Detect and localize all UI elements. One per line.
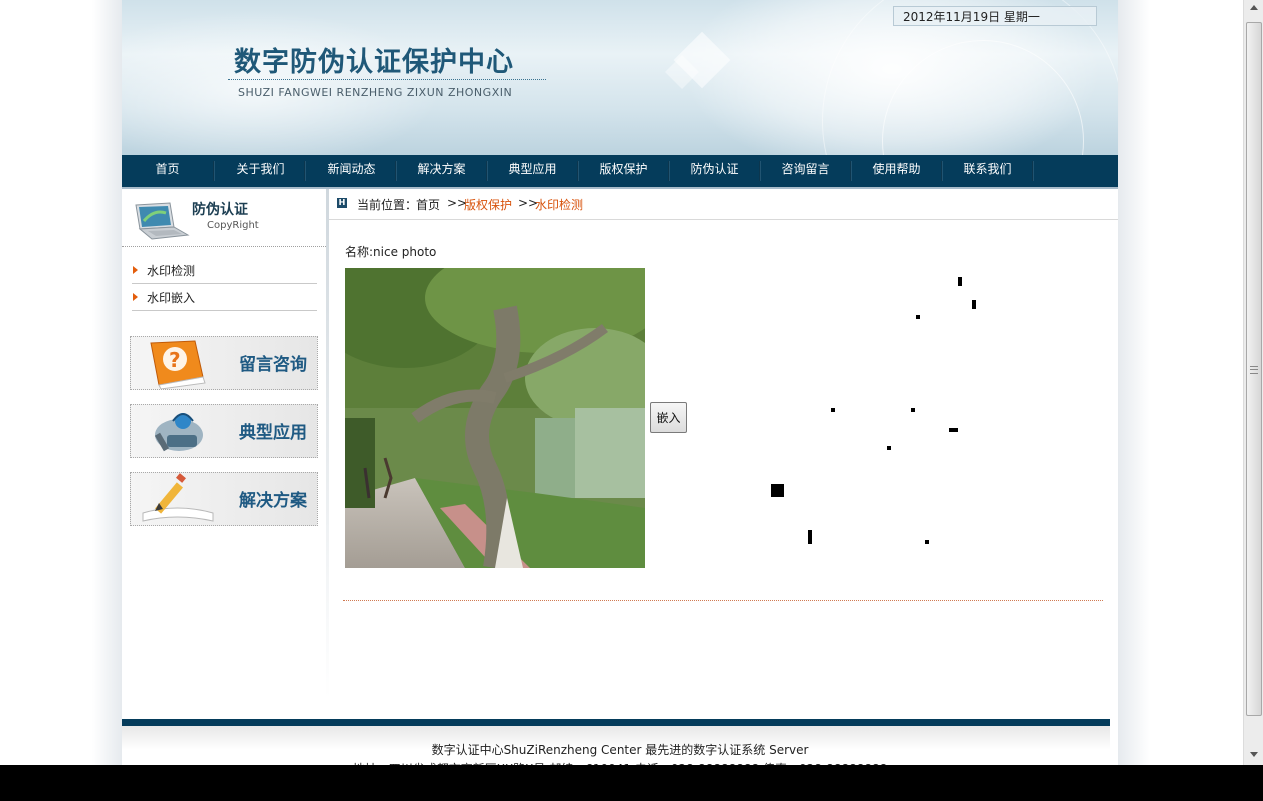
breadcrumb: H 当前位置： 首页 >> 版权保护 >> 水印检测: [329, 189, 1118, 220]
footer-bar: [122, 719, 1110, 726]
watermark-mark: [808, 530, 812, 544]
sidebar-item-watermark-embed[interactable]: 水印嵌入: [132, 284, 317, 311]
page-scrollbar[interactable]: [1243, 0, 1263, 765]
nav-item-anticounterfeit[interactable]: 防伪认证: [669, 155, 760, 187]
sidebar-header-divider: [122, 246, 328, 247]
nav-item-news[interactable]: 新闻动态: [306, 155, 397, 187]
watermark-mark: [771, 484, 784, 497]
banner-message-consult[interactable]: ? 留言咨询: [130, 336, 318, 390]
sidebar-subtitle: CopyRight: [207, 220, 259, 231]
breadcrumb-home[interactable]: 首页: [416, 196, 440, 213]
sidebar-title: 防伪认证: [192, 202, 248, 218]
embed-button[interactable]: 嵌入: [650, 402, 687, 433]
laptop-icon: [135, 202, 190, 240]
banner-solutions[interactable]: 解决方案: [130, 472, 318, 526]
scrollbar-thumb[interactable]: [1246, 22, 1262, 716]
sidebar: 防伪认证 CopyRight 水印检测 水印嵌入 ? 留言咨询 典型应用 解决方…: [122, 189, 328, 719]
banner-label: 留言咨询: [239, 355, 307, 375]
watermark-mark: [958, 277, 962, 286]
sidebar-header: 防伪认证 CopyRight: [122, 189, 328, 247]
sidebar-item-watermark-detect[interactable]: 水印检测: [132, 257, 317, 284]
title-underline: [228, 79, 546, 80]
header-cloud: [122, 10, 442, 155]
support-headset-icon: [154, 413, 203, 452]
banner-label: 典型应用: [239, 423, 307, 443]
os-taskbar: [0, 765, 1263, 801]
page-shadow-left: [92, 0, 122, 765]
nav-item-solutions[interactable]: 解决方案: [396, 155, 487, 187]
watermark-mark: [887, 446, 891, 450]
nav-item-copyright[interactable]: 版权保护: [578, 155, 669, 187]
watermark-mark: [831, 408, 835, 412]
breadcrumb-watermark-detect[interactable]: 水印检测: [535, 196, 583, 213]
watermark-mark: [916, 315, 920, 319]
banner-typical-apps[interactable]: 典型应用: [130, 404, 318, 458]
banner-label: 解决方案: [239, 491, 307, 511]
nav-item-contact[interactable]: 联系我们: [942, 155, 1033, 187]
question-book-icon: ?: [150, 340, 206, 389]
site-title: 数字防伪认证保护中心: [234, 47, 514, 78]
nav-separator: [1032, 161, 1034, 181]
nav-item-about[interactable]: 关于我们: [215, 155, 306, 187]
pencil-book-icon: [142, 473, 214, 522]
watermark-mark: [972, 300, 976, 309]
nav-item-home[interactable]: 首页: [122, 155, 213, 187]
watermark-mark: [911, 408, 915, 412]
sidebar-item-label: 水印检测: [147, 264, 196, 278]
scroll-up-arrow-icon[interactable]: [1250, 5, 1258, 10]
scroll-down-arrow-icon[interactable]: [1250, 752, 1258, 757]
photo-name-label: 名称:nice photo: [345, 245, 437, 259]
site-header: 数字防伪认证保护中心 SHUZI FANGWEI RENZHENG ZIXUN …: [122, 0, 1118, 155]
page-shadow-right: [1118, 0, 1150, 765]
nav-item-applications[interactable]: 典型应用: [487, 155, 578, 187]
nav-item-help[interactable]: 使用帮助: [851, 155, 942, 187]
breadcrumb-copyright[interactable]: 版权保护: [464, 196, 512, 213]
sidebar-divider: [326, 189, 329, 699]
grip-icon: [1250, 366, 1258, 374]
home-square-icon: H: [337, 198, 347, 208]
main-nav: 首页 关于我们 新闻动态 解决方案 典型应用 版权保护 防伪认证 咨询留言 使用…: [122, 155, 1118, 187]
footer-copyright: 数字认证中心ShuZiRenzheng Center 最先进的数字认证系统 Se…: [431, 743, 809, 757]
site-subtitle: SHUZI FANGWEI RENZHENG ZIXUN ZHONGXIN: [238, 86, 513, 99]
tree-photo: [345, 268, 645, 568]
arrow-right-icon: [133, 266, 138, 274]
breadcrumb-prefix: 当前位置：: [357, 198, 418, 212]
nav-item-consult[interactable]: 咨询留言: [760, 155, 851, 187]
watermark-mark: [925, 540, 929, 544]
arrow-right-icon: [133, 293, 138, 301]
sidebar-item-label: 水印嵌入: [147, 291, 196, 305]
watermark-mark: [949, 428, 958, 432]
content-divider: [343, 600, 1103, 601]
date-display: 2012年11月19日 星期一: [893, 6, 1097, 26]
svg-text:?: ?: [169, 348, 181, 372]
